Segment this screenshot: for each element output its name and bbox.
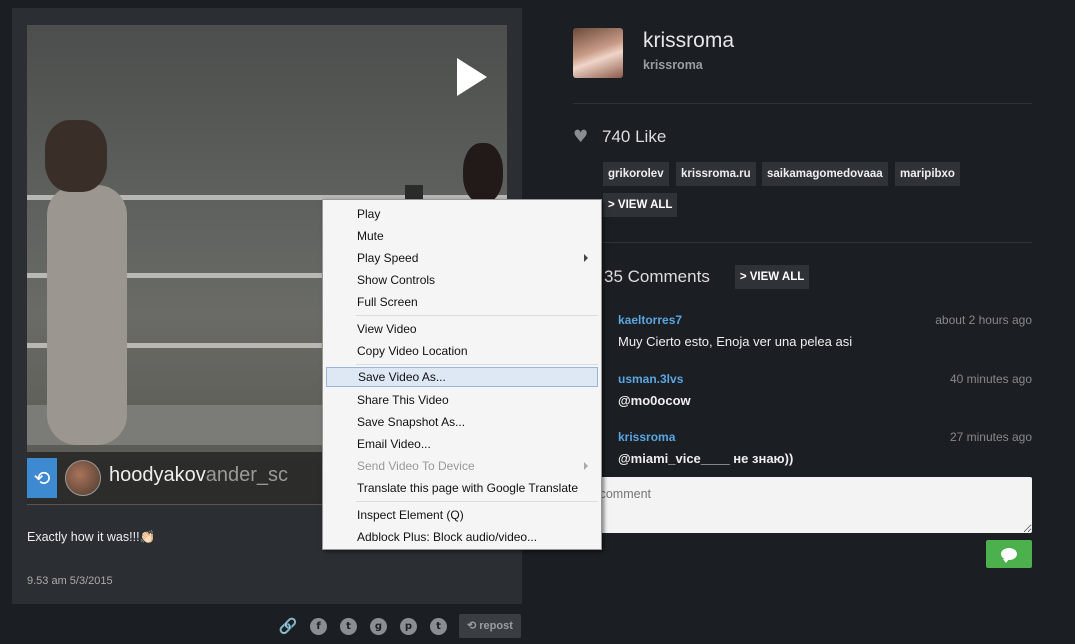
comments-count: 35 Comments xyxy=(604,267,710,286)
menu-item-play-speed[interactable]: Play Speed xyxy=(326,248,598,268)
comment-input[interactable] xyxy=(573,477,1032,533)
chevron-right-icon xyxy=(584,254,588,262)
repost-button-label: repost xyxy=(479,620,513,632)
menu-item-adblock-block-video[interactable]: Adblock Plus: Block audio/video... xyxy=(326,527,598,547)
twitter-icon[interactable]: t xyxy=(340,617,357,635)
menu-item-label: Send Video To Device xyxy=(357,459,475,473)
menu-separator xyxy=(356,315,598,316)
liker-tag[interactable]: krissroma.ru xyxy=(676,162,756,186)
comment-item: krissroma 27 minutes ago @miami_vice____… xyxy=(618,430,1032,466)
repost-button[interactable]: ⟲ repost xyxy=(459,614,521,638)
likes-row: ♥ 740 Like xyxy=(573,126,666,148)
link-icon[interactable]: 🔗 xyxy=(276,614,300,638)
overlay-username: hoodyakovander_sc xyxy=(109,464,289,486)
chevron-right-icon xyxy=(584,462,588,470)
menu-item-play[interactable]: Play xyxy=(326,204,598,224)
comments-view-all-button[interactable]: > VIEW ALL xyxy=(734,265,810,289)
comment-time: about 2 hours ago xyxy=(935,313,1032,327)
menu-item-full-screen[interactable]: Full Screen xyxy=(326,292,598,312)
facebook-icon[interactable]: f xyxy=(310,617,327,635)
comment-item: kaeltorres7 about 2 hours ago Muy Cierto… xyxy=(618,313,1032,349)
comment-time: 27 minutes ago xyxy=(949,430,1032,444)
liker-tag[interactable]: grikorolev xyxy=(603,162,669,186)
menu-item-inspect-element[interactable]: Inspect Element (Q) xyxy=(326,505,598,525)
tumblr-icon[interactable]: t xyxy=(430,617,447,635)
menu-item-save-snapshot-as[interactable]: Save Snapshot As... xyxy=(326,412,598,432)
profile-name[interactable]: krissroma xyxy=(643,29,734,53)
google-plus-icon[interactable]: g xyxy=(370,617,387,635)
likes-count: 740 Like xyxy=(602,127,667,146)
menu-item-mute[interactable]: Mute xyxy=(326,226,598,246)
menu-separator xyxy=(356,501,598,502)
likes-view-all-button[interactable]: > VIEW ALL xyxy=(603,193,678,217)
menu-item-translate-page[interactable]: Translate this page with Google Translat… xyxy=(326,478,598,498)
menu-item-label: Play Speed xyxy=(357,251,419,265)
chat-icon xyxy=(1001,548,1017,563)
spectator-figure xyxy=(463,143,503,203)
post-timestamp: 9.53 am 5/3/2015 xyxy=(27,575,113,587)
menu-separator xyxy=(356,364,598,365)
avatar xyxy=(65,460,101,496)
menu-item-share-this-video[interactable]: Share This Video xyxy=(326,390,598,410)
repost-icon: ⟲ xyxy=(27,458,57,498)
share-bar: 🔗 f t g p t ⟲ repost xyxy=(276,614,521,638)
comments-header: 35 Comments > VIEW ALL xyxy=(604,264,810,290)
menu-item-copy-video-location[interactable]: Copy Video Location xyxy=(326,341,598,361)
comment-text: @mo0ocow xyxy=(618,393,691,408)
menu-item-send-video-to-device: Send Video To Device xyxy=(326,456,598,476)
divider xyxy=(573,242,1032,243)
comment-text: Muy Cierto esto, Enoja ver una pelea asi xyxy=(618,334,853,349)
menu-item-email-video[interactable]: Email Video... xyxy=(326,434,598,454)
fighter-figure xyxy=(47,185,127,445)
post-caption: Exactly how it was!!!👏🏻 xyxy=(27,530,156,544)
comment-text: @miami_vice____ не знаю)) xyxy=(618,451,794,466)
profile-handle[interactable]: krissroma xyxy=(643,58,703,72)
menu-item-view-video[interactable]: View Video xyxy=(326,319,598,339)
pinterest-icon[interactable]: p xyxy=(400,617,417,635)
menu-item-save-video-as[interactable]: Save Video As... xyxy=(326,367,598,387)
context-menu: Play Mute Play Speed Show Controls Full … xyxy=(322,199,602,550)
divider xyxy=(573,103,1032,104)
comment-item: usman.3lvs 40 minutes ago @mo0ocow xyxy=(618,372,1032,408)
send-comment-button[interactable] xyxy=(986,540,1032,568)
liker-tag[interactable]: maripibxo xyxy=(895,162,960,186)
menu-item-show-controls[interactable]: Show Controls xyxy=(326,270,598,290)
heart-icon[interactable]: ♥ xyxy=(573,127,593,147)
liker-tag[interactable]: saikamagomedovaaa xyxy=(762,162,888,186)
fighter-head xyxy=(45,120,107,192)
comment-time: 40 minutes ago xyxy=(949,372,1032,386)
profile-avatar[interactable] xyxy=(573,28,623,78)
play-icon[interactable] xyxy=(457,58,487,96)
